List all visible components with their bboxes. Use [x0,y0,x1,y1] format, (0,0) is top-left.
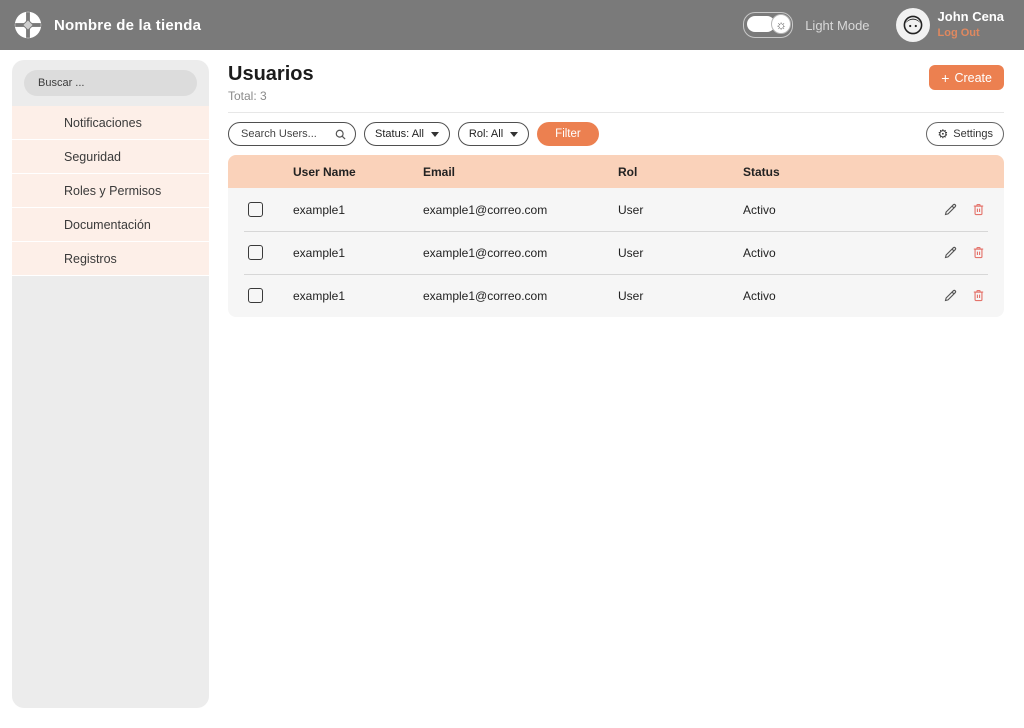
table-row: example1 example1@correo.com User Activo [228,188,1004,231]
table-row: example1 example1@correo.com User Activo [228,274,1004,317]
users-table: User Name Email Rol Status example1 exam… [228,155,1004,317]
sidebar-item-label: Roles y Permisos [64,184,161,198]
status-dropdown[interactable]: Status: All [364,122,450,146]
chevron-down-icon [510,132,518,137]
search-icon [334,128,347,141]
light-mode-toggle[interactable]: ☼ [743,12,793,38]
main-content: Usuarios Total: 3 + Create Status: All R… [228,50,1004,317]
sidebar-item-label: Seguridad [64,150,121,164]
create-button-label: Create [954,71,992,85]
row-checkbox[interactable] [248,245,263,260]
chevron-down-icon [431,132,439,137]
logout-link[interactable]: Log Out [938,26,1004,40]
edit-button[interactable] [943,245,958,260]
user-name: John Cena [938,9,1004,26]
column-header-status: Status [743,165,933,179]
table-header-row: User Name Email Rol Status [228,155,1004,188]
topbar-right: ☼ Light Mode John Cena Log Out [743,8,1004,42]
store-logo-icon [12,9,44,41]
light-mode-label: Light Mode [805,18,869,33]
sidebar-item-label: Documentación [64,218,151,232]
column-header-rol: Rol [618,165,743,179]
sidebar-item-documentacion[interactable]: Documentación [12,208,209,242]
gear-icon: ⚙ [937,128,948,140]
sidebar-item-seguridad[interactable]: Seguridad [12,140,209,174]
title-row: Usuarios Total: 3 + Create [228,50,1004,103]
cell-email: example1@correo.com [423,289,618,303]
row-checkbox[interactable] [248,288,263,303]
cell-user-name: example1 [293,203,423,217]
cell-user-name: example1 [293,289,423,303]
delete-button[interactable] [971,288,986,303]
delete-button[interactable] [971,202,986,217]
sidebar-item-notificaciones[interactable]: Notificaciones [12,106,209,140]
top-bar: Nombre de la tienda ☼ Light Mode John Ce… [0,0,1024,50]
edit-button[interactable] [943,288,958,303]
delete-button[interactable] [971,245,986,260]
total-count: Total: 3 [228,89,314,103]
edit-button[interactable] [943,202,958,217]
cell-rol: User [618,246,743,260]
users-search-field [228,122,356,146]
rol-dropdown-value: Rol: All [469,128,503,140]
filter-row: Status: All Rol: All Filter ⚙ Settings [228,122,1004,146]
table-row: example1 example1@correo.com User Activo [228,231,1004,274]
create-button[interactable]: + Create [929,65,1004,90]
cell-user-name: example1 [293,246,423,260]
column-header-user-name: User Name [293,165,423,179]
cell-email: example1@correo.com [423,203,618,217]
settings-button[interactable]: ⚙ Settings [926,122,1004,146]
sun-icon: ☼ [771,14,791,34]
avatar[interactable] [896,8,930,42]
user-info: John Cena Log Out [938,9,1004,40]
sidebar-item-roles-y-permisos[interactable]: Roles y Permisos [12,174,209,208]
settings-button-label: Settings [953,128,993,140]
sidebar-item-registros[interactable]: Registros [12,242,209,276]
rol-dropdown[interactable]: Rol: All [458,122,529,146]
cell-status: Activo [743,289,933,303]
column-header-email: Email [423,165,618,179]
user-face-icon [901,13,925,37]
filter-button[interactable]: Filter [537,122,599,146]
row-checkbox[interactable] [248,202,263,217]
cell-status: Activo [743,246,933,260]
users-search-input[interactable] [239,127,334,141]
cell-email: example1@correo.com [423,246,618,260]
cell-rol: User [618,203,743,217]
sidebar-item-label: Registros [64,252,117,266]
sidebar-item-label: Notificaciones [64,116,142,130]
sidebar-nav: Inicio Usuarios Configuración global [12,106,209,276]
store-name: Nombre de la tienda [54,17,201,34]
sidebar: Inicio Usuarios Configuración global [12,60,209,708]
status-dropdown-value: Status: All [375,128,424,140]
cell-rol: User [618,289,743,303]
plus-icon: + [941,71,949,85]
sidebar-search-input[interactable] [24,70,197,96]
page-title: Usuarios [228,63,314,86]
title-block: Usuarios Total: 3 [228,63,314,103]
divider [228,112,1004,113]
cell-status: Activo [743,203,933,217]
